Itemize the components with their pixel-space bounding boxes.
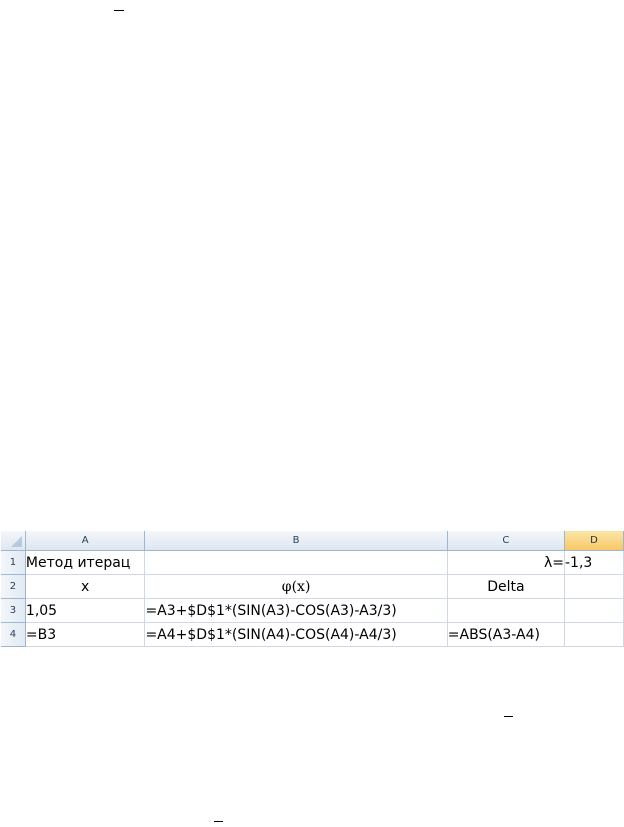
select-all-icon	[10, 536, 22, 547]
cell-b4[interactable]: =A4+$D$1*(SIN(A4)-COS(A4)-A4/3)	[144, 622, 448, 647]
select-all-corner[interactable]	[1, 531, 26, 551]
overline-mark-middle	[504, 716, 513, 717]
overline-mark-top	[114, 10, 124, 11]
cell-c4[interactable]: =ABS(A3-A4)	[447, 622, 565, 647]
column-header-d[interactable]: D	[564, 531, 624, 551]
overline-mark-bottom	[214, 821, 223, 822]
row-header-3[interactable]: 3	[1, 598, 26, 623]
row-header-1[interactable]: 1	[1, 550, 26, 575]
cell-b2[interactable]: φ(x)	[144, 574, 448, 599]
cell-b1[interactable]	[144, 550, 448, 575]
cell-a1[interactable]: Метод итерац	[25, 550, 146, 575]
table-row: 1 Метод итерац λ= -1,3	[1, 550, 624, 575]
cell-b3[interactable]: =A3+$D$1*(SIN(A3)-COS(A3)-A3/3)	[144, 598, 448, 623]
column-header-row: A B C D	[1, 531, 624, 551]
cell-c1[interactable]: λ=	[447, 550, 565, 575]
cell-a4[interactable]: =B3	[25, 622, 146, 647]
cell-a2[interactable]: x	[25, 574, 146, 599]
table-row: 3 1,05 =A3+$D$1*(SIN(A3)-COS(A3)-A3/3)	[1, 598, 624, 623]
cell-d2[interactable]	[564, 574, 624, 599]
cell-d3[interactable]	[564, 598, 624, 623]
column-header-c[interactable]: C	[447, 531, 565, 551]
column-header-a[interactable]: A	[25, 531, 146, 551]
column-header-b[interactable]: B	[144, 531, 448, 551]
cell-c2[interactable]: Delta	[447, 574, 565, 599]
cell-d1[interactable]: -1,3	[564, 550, 624, 575]
row-header-2[interactable]: 2	[1, 574, 26, 599]
cell-a3[interactable]: 1,05	[25, 598, 146, 623]
row-header-4[interactable]: 4	[1, 622, 26, 647]
table-row: 4 =B3 =A4+$D$1*(SIN(A4)-COS(A4)-A4/3) =A…	[1, 622, 624, 647]
cell-d4[interactable]	[564, 622, 624, 647]
cell-c3[interactable]	[447, 598, 565, 623]
spreadsheet-grid: A B C D 1 Метод итерац λ= -1,3 2 x φ(x) …	[1, 531, 624, 655]
table-row: 2 x φ(x) Delta	[1, 574, 624, 599]
